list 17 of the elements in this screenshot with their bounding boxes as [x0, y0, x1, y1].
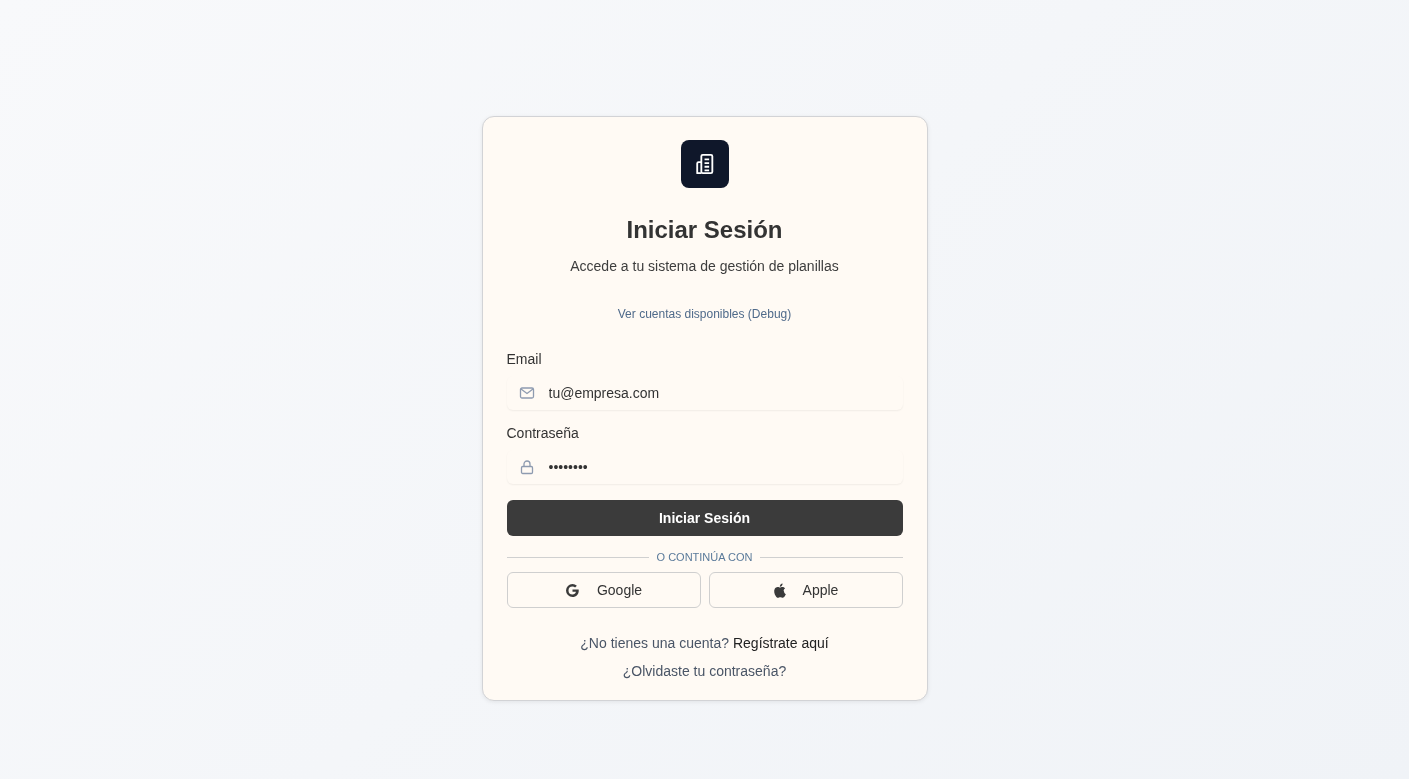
login-title: Iniciar Sesión [626, 215, 783, 245]
field-label: Contraseña [506, 424, 580, 442]
login-button[interactable]: Iniciar Sesión [506, 500, 903, 536]
google-button[interactable]: Google [506, 572, 701, 608]
signup-prompt: ¿No tienes una cuenta? [580, 634, 729, 652]
password-field[interactable]: •••••••• [506, 450, 903, 484]
apple-icon [772, 582, 786, 598]
google-icon [564, 582, 580, 598]
divider-label: O CONTINÚA CON [656, 550, 753, 564]
login-subtitle: Accede a tu sistema de gestión de planillas [570, 257, 839, 275]
email-field[interactable]: tu@empresa.com [506, 376, 903, 410]
forgot-password-link[interactable]: ¿Olvidaste tu contraseña? [622, 662, 787, 680]
debug-accounts-link[interactable]: Ver cuentas disponibles (Debug) [617, 306, 792, 322]
apple-button[interactable]: Apple [708, 572, 903, 608]
field-label: Email [506, 350, 543, 368]
building-icon [693, 153, 716, 175]
signup-link[interactable]: Regístrate aquí [732, 634, 829, 652]
